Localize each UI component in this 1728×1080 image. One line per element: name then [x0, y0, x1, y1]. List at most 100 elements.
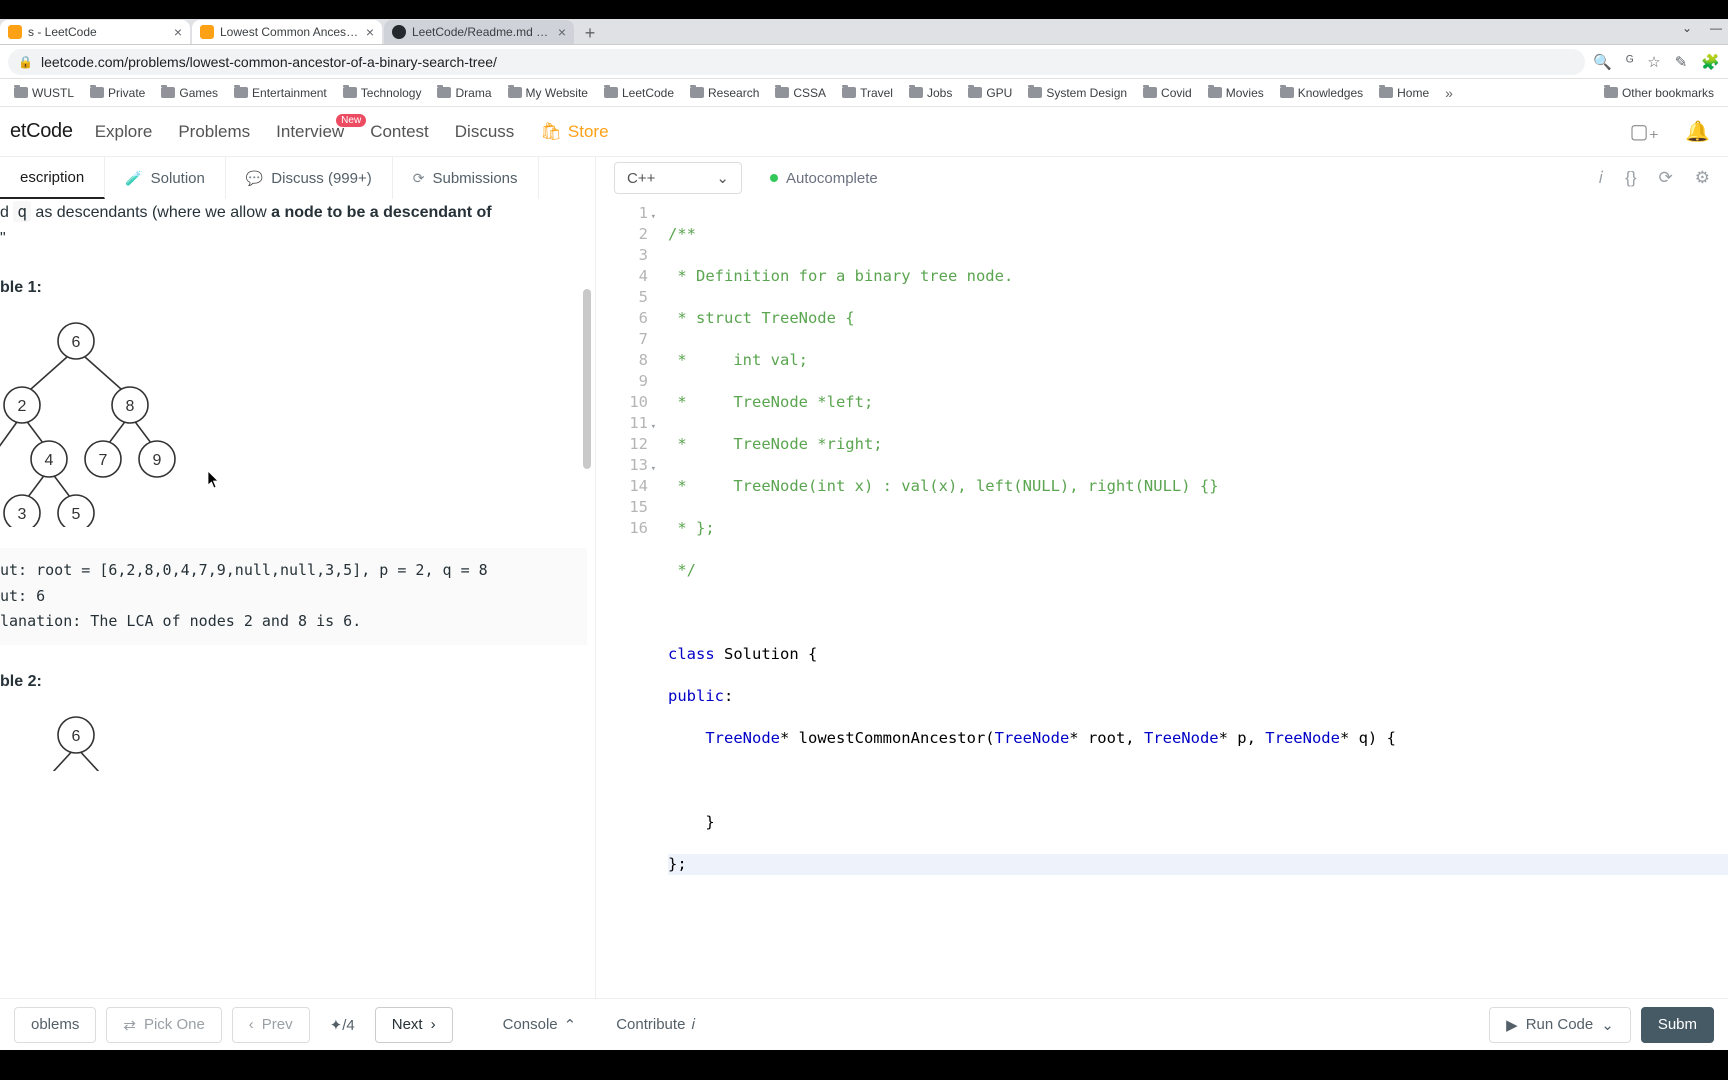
next-button[interactable]: Next› — [375, 1007, 453, 1043]
problems-list-button[interactable]: oblems — [14, 1007, 96, 1043]
window-minimize-icon[interactable]: — — [1710, 21, 1722, 35]
bookmark-item-covid[interactable]: Covid — [1137, 86, 1198, 100]
browser-tab-active-1[interactable]: s - LeetCode × — [0, 20, 190, 44]
play-icon: ▶ — [1506, 1016, 1518, 1034]
bookmarks-overflow-icon[interactable]: » — [1439, 85, 1459, 101]
extension-icon[interactable]: ✎ — [1675, 53, 1688, 71]
store-icon: 🛍 — [540, 122, 562, 142]
svg-text:4: 4 — [45, 452, 54, 469]
desc-fragment: d q as descendants (where we allow a nod… — [0, 199, 587, 226]
folder-icon — [14, 87, 28, 98]
bookmark-item-private[interactable]: Private — [84, 86, 151, 100]
folder-icon — [604, 87, 618, 98]
bookmark-item-entertainment[interactable]: Entertainment — [228, 86, 333, 100]
bookmark-item-leetcode[interactable]: LeetCode — [598, 86, 680, 100]
close-icon[interactable]: × — [366, 24, 374, 40]
run-code-button[interactable]: ▶Run Code⌄ — [1489, 1007, 1631, 1043]
bookmark-item-wustl[interactable]: WUSTL — [8, 86, 80, 100]
lock-icon: 🔒 — [18, 55, 33, 69]
new-tab-button[interactable]: + — [576, 23, 604, 44]
bookmark-item-drama[interactable]: Drama — [431, 86, 497, 100]
example-1-io: ut: root = [6,2,8,0,4,7,9,null,null,3,5]… — [0, 548, 587, 645]
bookmark-item-cssa[interactable]: CSSA — [769, 86, 832, 100]
tab-overflow-icon[interactable]: ⌄ — [1682, 21, 1692, 35]
code-editor[interactable]: 1▾234567891011▾1213▾141516 /** * Definit… — [596, 199, 1728, 998]
zoom-icon[interactable]: 🔍 — [1593, 53, 1612, 71]
problem-tabs: escription 🧪Solution 💬Discuss (999+) ⟳Su… — [0, 157, 595, 199]
bookmark-item-home[interactable]: Home — [1373, 86, 1435, 100]
nav-problems[interactable]: Problems — [178, 122, 250, 142]
close-icon[interactable]: × — [558, 24, 566, 40]
other-bookmarks[interactable]: Other bookmarks — [1598, 86, 1720, 100]
mouse-cursor-icon — [208, 471, 220, 489]
folder-icon — [161, 87, 175, 98]
bookmark-item-knowledges[interactable]: Knowledges — [1274, 86, 1369, 100]
nav-contest[interactable]: Contest — [370, 122, 429, 142]
nav-discuss[interactable]: Discuss — [455, 122, 515, 142]
folder-icon — [1280, 87, 1294, 98]
bookmark-item-research[interactable]: Research — [684, 86, 765, 100]
tab-title: LeetCode/Readme.md at master — [412, 25, 552, 39]
tab-discuss[interactable]: 💬Discuss (999+) — [226, 157, 393, 199]
bookmark-item-mywebsite[interactable]: My Website — [502, 86, 594, 100]
chevron-down-icon: ⌄ — [1601, 1016, 1614, 1034]
svg-text:6: 6 — [72, 728, 81, 745]
flask-icon: 🧪 — [125, 170, 142, 187]
prev-button[interactable]: ‹Prev — [232, 1007, 310, 1043]
autocomplete-indicator[interactable]: Autocomplete — [770, 170, 878, 187]
chevron-down-icon: ⌄ — [716, 169, 729, 187]
example-2-tree-diagram: 6 — [0, 711, 200, 771]
browser-tab-2[interactable]: Lowest Common Ancestor of a B × — [192, 20, 382, 44]
example-2-title: ble 2: — [0, 673, 587, 691]
bookmark-item-gpu[interactable]: GPU — [962, 86, 1018, 100]
info-icon[interactable]: 𝑖 — [1599, 168, 1604, 188]
history-icon: ⟳ — [413, 170, 425, 187]
bookmark-item-movies[interactable]: Movies — [1202, 86, 1270, 100]
settings-icon[interactable]: ⚙ — [1695, 168, 1710, 188]
scrollbar-thumb[interactable] — [583, 289, 591, 469]
folder-icon — [775, 87, 789, 98]
folder-icon — [1143, 87, 1157, 98]
translate-icon[interactable]: ᴳ — [1626, 53, 1633, 70]
submit-button[interactable]: Subm — [1641, 1007, 1714, 1043]
page-indicator: ✦/4 — [320, 1016, 365, 1034]
braces-icon[interactable]: {} — [1625, 168, 1636, 188]
leetcode-logo[interactable]: etCode — [10, 120, 73, 143]
bottom-bar: oblems ⇄Pick One ‹Prev ✦/4 Next› Console… — [0, 998, 1728, 1050]
bookmark-item-jobs[interactable]: Jobs — [903, 86, 958, 100]
bookmark-item-systemdesign[interactable]: System Design — [1022, 86, 1133, 100]
language-select[interactable]: C++ ⌄ — [614, 162, 742, 194]
info-icon: 𝑖 — [691, 1016, 695, 1033]
folder-icon — [1604, 87, 1618, 98]
svg-text:3: 3 — [18, 506, 27, 523]
example-tree-diagram: 6 2 8 4 7 9 3 5 — [0, 317, 200, 527]
console-toggle[interactable]: Console⌃ — [503, 1016, 577, 1034]
nav-explore[interactable]: Explore — [95, 122, 153, 142]
code-text[interactable]: /** * Definition for a binary tree node.… — [658, 199, 1728, 998]
address-bar[interactable]: 🔒 leetcode.com/problems/lowest-common-an… — [8, 49, 1585, 75]
browser-tab-3[interactable]: LeetCode/Readme.md at master × — [384, 20, 574, 44]
contribute-link[interactable]: Contribute𝑖 — [616, 1016, 695, 1033]
bell-icon[interactable]: 🔔 — [1685, 119, 1710, 144]
bookmark-item-technology[interactable]: Technology — [337, 86, 428, 100]
app-nav: etCode Explore Problems InterviewNew Con… — [0, 107, 1728, 157]
close-icon[interactable]: × — [174, 24, 182, 40]
tab-solution[interactable]: 🧪Solution — [105, 157, 226, 199]
nav-store[interactable]: 🛍Store — [540, 122, 608, 142]
star-bookmark-icon[interactable]: ☆ — [1647, 53, 1660, 71]
github-favicon-icon — [392, 25, 406, 39]
tab-description[interactable]: escription — [0, 157, 105, 199]
folder-icon — [968, 87, 982, 98]
bookmark-item-games[interactable]: Games — [155, 86, 224, 100]
folder-icon — [508, 87, 522, 98]
reset-icon[interactable]: ⟳ — [1659, 168, 1673, 188]
bookmark-item-travel[interactable]: Travel — [836, 86, 899, 100]
extensions-puzzle-icon[interactable]: 🧩 — [1701, 53, 1720, 71]
tab-submissions[interactable]: ⟳Submissions — [393, 157, 539, 199]
nav-interview[interactable]: InterviewNew — [276, 122, 344, 142]
pick-one-button[interactable]: ⇄Pick One — [106, 1007, 221, 1043]
folder-icon — [90, 87, 104, 98]
svg-text:8: 8 — [126, 398, 135, 415]
playground-icon[interactable]: ▢₊ — [1630, 119, 1659, 144]
folder-icon — [1379, 87, 1393, 98]
